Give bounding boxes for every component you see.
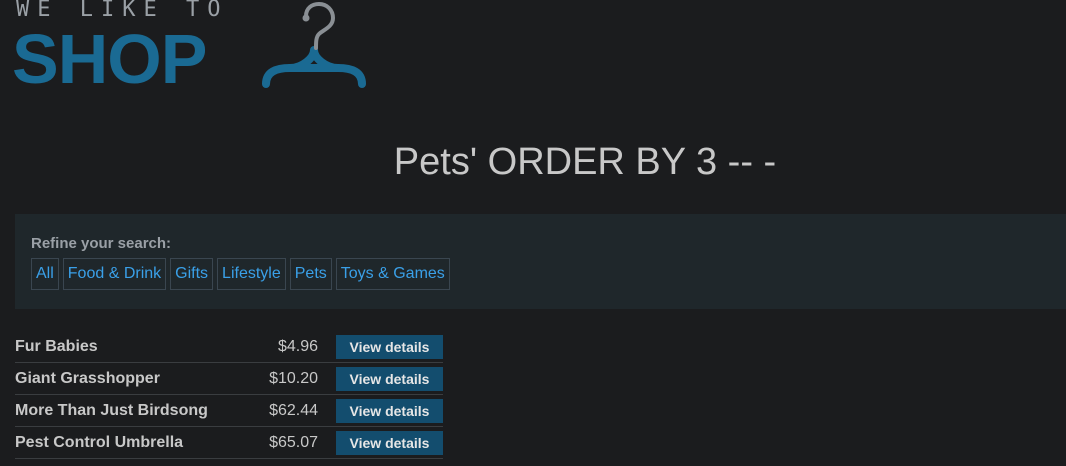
category-filter-list: All Food & Drink Gifts Lifestyle Pets To… [31,258,450,290]
filter-lifestyle[interactable]: Lifestyle [217,258,286,290]
filter-gifts[interactable]: Gifts [170,258,214,290]
table-row: Giant Grasshopper $10.20 View details [15,363,443,395]
product-name: More Than Just Birdsong [15,401,208,419]
view-details-button[interactable]: View details [336,334,443,359]
page-title: Pets' ORDER BY 3 -- - [393,141,777,183]
filter-panel: Refine your search: All Food & Drink Gif… [15,214,1066,309]
view-details-button[interactable]: View details [336,366,443,391]
filter-pets[interactable]: Pets [289,258,332,290]
filter-toys-games[interactable]: Toys & Games [335,258,450,290]
product-price: $65.07 [269,433,318,451]
logo-wordmark: SHOP [12,20,207,98]
product-price: $62.44 [269,401,318,419]
product-price: $4.96 [277,337,318,355]
product-name: Fur Babies [15,337,98,355]
logo-tagline: WE LIKE TO [16,0,229,22]
product-name: Giant Grasshopper [15,369,160,387]
table-row: Fur Babies $4.96 View details [15,331,443,363]
site-logo[interactable]: WE LIKE TO SHOP [12,0,374,98]
hanger-icon [262,1,366,88]
product-price: $10.20 [269,369,318,387]
product-table: Fur Babies $4.96 View details Giant Gras… [15,331,443,459]
filter-food-drink[interactable]: Food & Drink [62,258,167,290]
view-details-button[interactable]: View details [336,430,443,455]
filter-heading: Refine your search: [31,235,172,252]
table-row: Pest Control Umbrella $65.07 View detail… [15,427,443,459]
filter-all[interactable]: All [31,258,59,290]
view-details-button[interactable]: View details [336,398,443,423]
table-row: More Than Just Birdsong $62.44 View deta… [15,395,443,427]
product-name: Pest Control Umbrella [15,433,184,451]
